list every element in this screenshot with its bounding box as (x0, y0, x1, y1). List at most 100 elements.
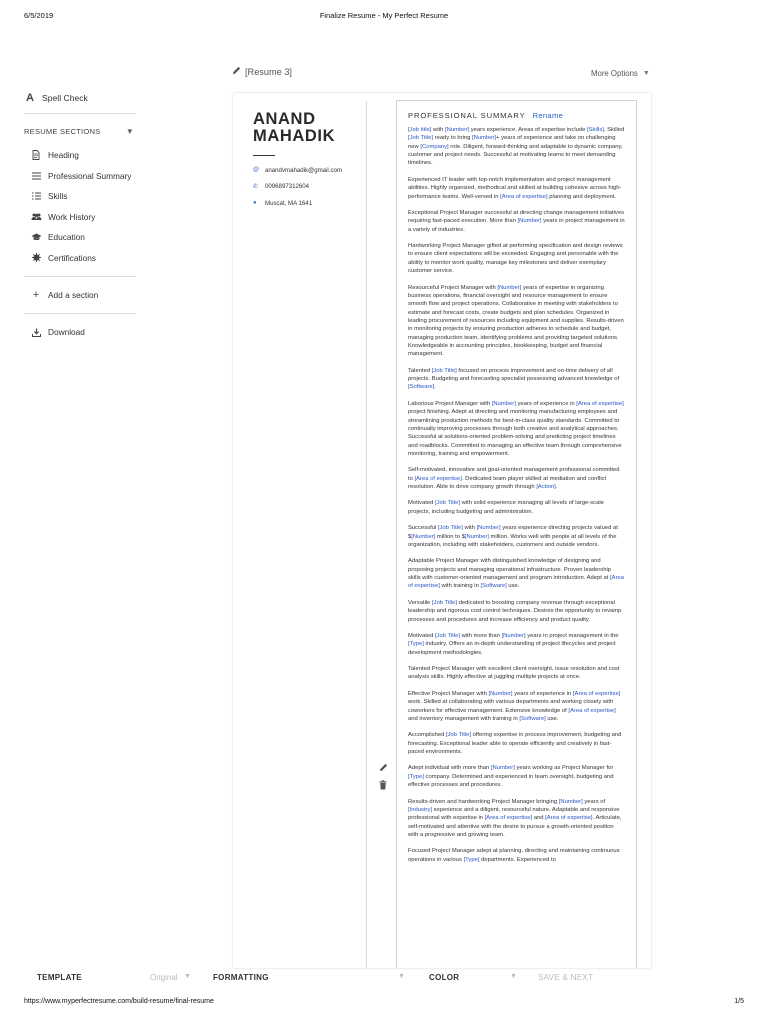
summary-paragraph: Accomplished [Job Title] offering expert… (408, 731, 625, 756)
paragraph-text: use. (545, 715, 559, 722)
sidebar-divider (24, 313, 136, 314)
paragraph-text: and (532, 815, 546, 822)
paragraph-text: Hardworking Project Manager gifted at pe… (408, 243, 623, 275)
phone-text: 0096897312604 (265, 183, 310, 191)
rename-link[interactable]: Rename (533, 111, 564, 120)
placeholder-token: [Action] (536, 484, 556, 491)
template-select[interactable]: Original (150, 973, 178, 982)
delete-section-button[interactable] (377, 780, 389, 797)
paragraph-text: years of expertise in organizing busines… (408, 284, 624, 358)
sidebar-divider (24, 113, 136, 114)
graduation-cap-icon (30, 233, 42, 241)
sidebar-item-certifications[interactable]: Certifications (24, 248, 136, 269)
sidebar-item-professional-summary[interactable]: Professional Summary (24, 166, 136, 187)
paragraph-text: and inventory management with training i… (408, 715, 520, 722)
sidebar-item-heading[interactable]: Heading (24, 145, 136, 166)
resume-name-editor[interactable]: [Resume 3] (232, 66, 292, 77)
paragraph-text: company. Determined and experienced in t… (408, 773, 614, 789)
paragraph-text: . (555, 484, 558, 491)
paragraph-text: million to $ (435, 533, 465, 540)
color-label[interactable]: COLOR (429, 973, 459, 982)
chevron-down-icon: ▼ (398, 973, 405, 980)
placeholder-token: [Software] (408, 384, 435, 391)
paragraph-text: years of experience in (512, 690, 573, 697)
section-edit-tools (377, 763, 389, 797)
placeholder-token: [Number] (497, 284, 522, 291)
sidebar-item-label: Certifications (48, 252, 96, 263)
paragraph-text: Motivated (408, 632, 435, 639)
sidebar-item-label: Work History (48, 211, 96, 222)
edit-section-button[interactable] (377, 763, 389, 780)
print-footer: https://www.myperfectresume.com/build-re… (24, 998, 744, 1010)
summary-paragraph: Talented Project Manager with excellent … (408, 665, 625, 682)
plus-icon: + (32, 289, 40, 301)
placeholder-token: [Job Title] (446, 732, 472, 739)
chevron-down-icon: ▼ (510, 973, 517, 980)
placeholder-token: [Number] (558, 798, 583, 805)
sidebar-item-education[interactable]: Education (24, 227, 136, 248)
placeholder-token: [Job Title] (434, 500, 460, 507)
placeholder-token: [Area of expertise] (572, 690, 621, 697)
bottom-toolbar: TEMPLATE Original ▼ FORMATTING ▼ COLOR ▼… (0, 968, 768, 989)
more-options-label: More Options (591, 69, 638, 78)
paragraph-text: industry. Offers an in-depth understandi… (408, 641, 616, 656)
template-label[interactable]: TEMPLATE (37, 973, 82, 982)
spell-check-button[interactable]: A Spell Check (24, 86, 136, 110)
paragraph-text: with training in (439, 583, 481, 590)
summary-paragraph: Hardworking Project Manager gifted at pe… (408, 242, 625, 275)
placeholder-token: [Job title] (408, 127, 432, 133)
placeholder-token: [Type] (408, 773, 424, 780)
placeholder-token: [Area of expertise] (545, 815, 593, 822)
more-options-dropdown[interactable]: More Options ▼ (591, 69, 650, 78)
placeholder-token: [Number] (445, 127, 470, 133)
contact-email: @ anandvmahadik@gmail.com (253, 162, 358, 179)
download-icon (30, 328, 42, 337)
spell-check-icon: A (26, 92, 34, 104)
paragraph-text: Talented Project Manager with excellent … (408, 666, 620, 681)
paragraph-text: ready to bring (433, 135, 472, 142)
column-divider (366, 101, 367, 968)
summary-paragraph: Successful [Job Title] with [Number] yea… (408, 524, 625, 549)
print-header: 6/5/2019 Finalize Resume - My Perfect Re… (24, 11, 744, 23)
resume-sections-toggle[interactable]: RESUME SECTIONS ▼ (24, 117, 136, 145)
paragraph-text: years of experience in (515, 400, 577, 407)
professional-summary-section[interactable]: PROFESSIONAL SUMMARY Rename [Job title] … (396, 100, 637, 968)
sidebar-item-skills[interactable]: Skills (24, 186, 136, 207)
sidebar-item-work-history[interactable]: Work History (24, 207, 136, 228)
name-underline (253, 155, 275, 156)
formatting-label[interactable]: FORMATTING (213, 973, 269, 982)
resume-heading-section[interactable]: ANAND MAHADIK @ anandvmahadik@gmail.com … (253, 111, 358, 212)
placeholder-token: [Software] (480, 583, 507, 590)
pencil-icon (379, 763, 387, 771)
resume-sections-label: RESUME SECTIONS (24, 126, 101, 136)
document-icon (30, 150, 42, 161)
summary-paragraph: Effective Project Manager with [Number] … (408, 690, 625, 723)
resume-preview: ANAND MAHADIK @ anandvmahadik@gmail.com … (233, 93, 651, 968)
people-icon (30, 213, 42, 221)
trash-icon (379, 780, 387, 790)
paragraph-text: years of (582, 798, 606, 805)
resume-name: [Resume 3] (245, 66, 292, 77)
email-text: anandvmahadik@gmail.com (265, 166, 342, 174)
paragraph-text: Adept individual with more than (408, 765, 491, 772)
location-pin-icon: ● (253, 200, 257, 207)
certificate-icon (30, 253, 42, 263)
add-section-button[interactable]: + Add a section (24, 280, 136, 310)
summary-paragraph: Laborious Project Manager with [Number] … (408, 400, 625, 458)
contact-info: @ anandvmahadik@gmail.com ✆ 009689731260… (253, 162, 358, 212)
placeholder-token: [Industry] (408, 806, 433, 813)
paragraph-text: years working as Project Manager for (514, 765, 614, 772)
sidebar-item-label: Heading (48, 150, 79, 161)
download-button[interactable]: Download (24, 317, 136, 347)
paragraph-text: departments. Experienced to (479, 856, 556, 863)
placeholder-token: [Job Title] (437, 525, 463, 532)
spell-check-label: Spell Check (42, 93, 88, 103)
placeholder-token: [Skills] (587, 127, 604, 133)
paragraph-text: . (434, 384, 436, 391)
save-next-button[interactable]: SAVE & NEXT (538, 973, 593, 982)
resume-sections-list: Heading Professional Summary Skills Work… (24, 145, 136, 268)
paragraph-text: with (431, 127, 446, 133)
list-icon (30, 172, 42, 180)
summary-paragraph: Motivated [Job Title] with solid experie… (408, 499, 625, 516)
resume-name-line-1: ANAND (253, 110, 316, 128)
